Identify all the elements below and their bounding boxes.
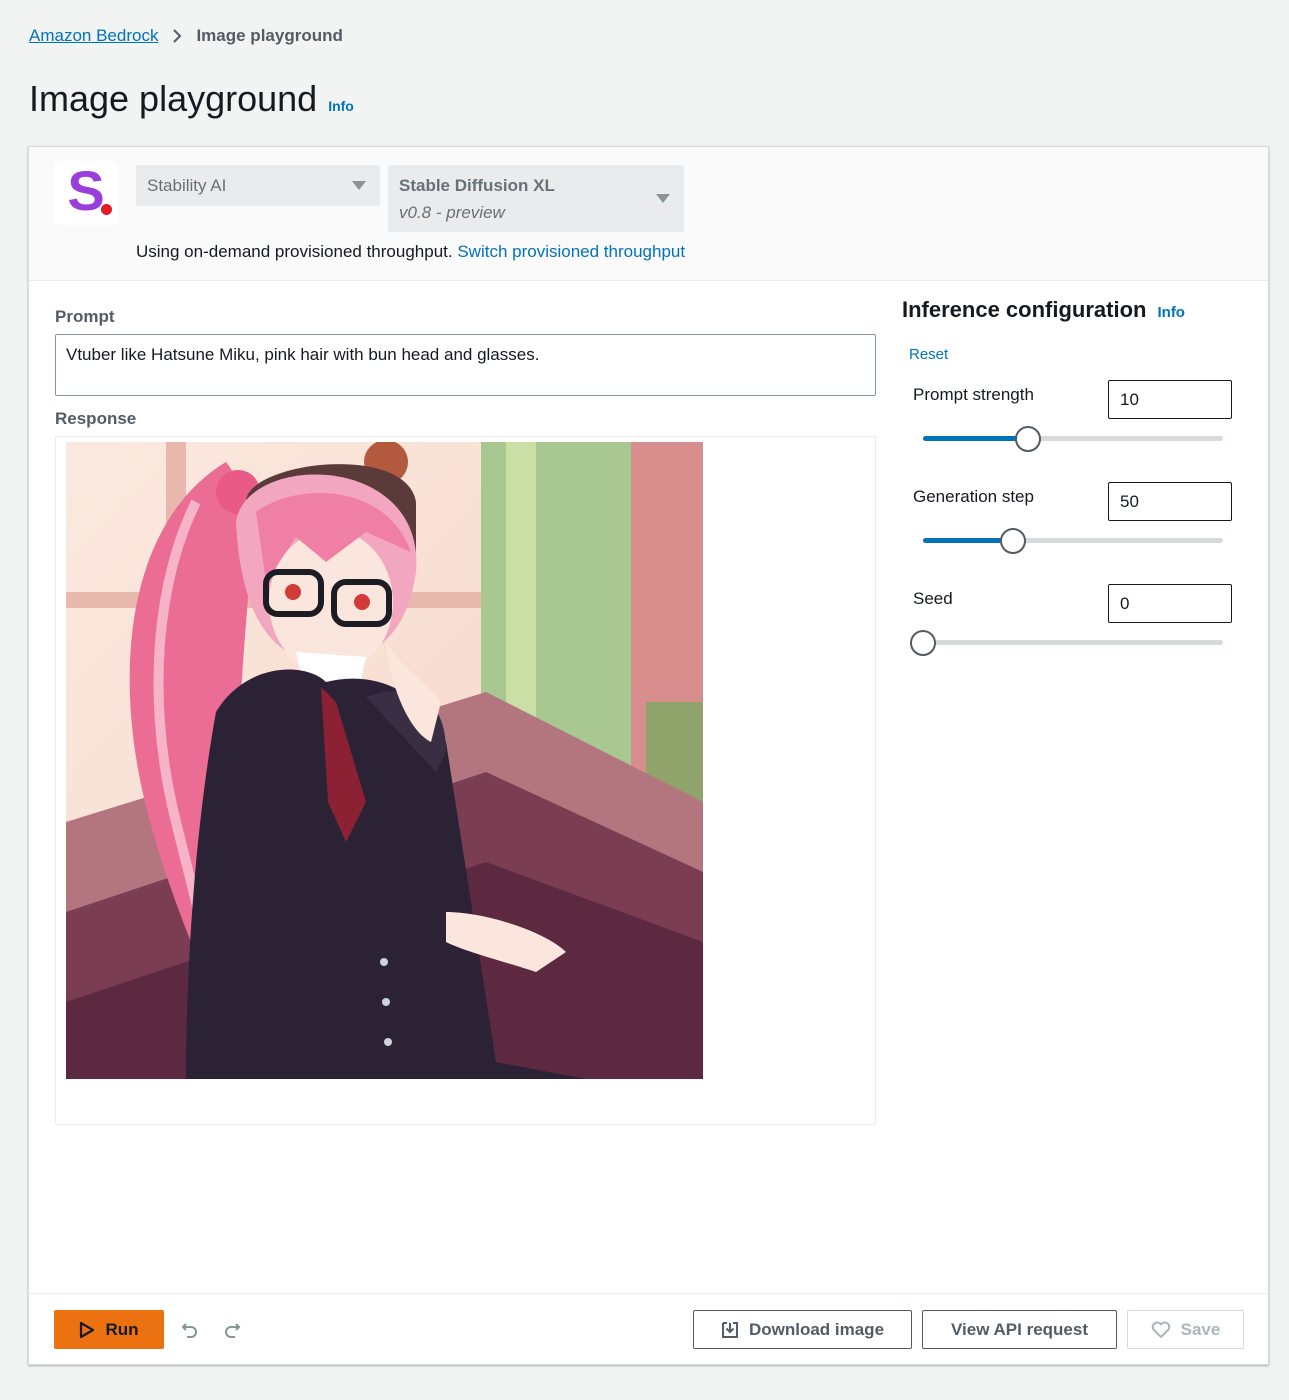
response-label: Response [55, 409, 137, 428]
inference-config-title: Inference configuration [902, 297, 1147, 322]
inference-config-header: Inference configuration Info [902, 297, 1185, 323]
page-info-link[interactable]: Info [328, 98, 354, 114]
redo-icon[interactable] [222, 1319, 242, 1339]
throughput-info: Using on-demand provisioned throughput. … [136, 242, 685, 262]
response-area [55, 436, 876, 1125]
inference-config-info-link[interactable]: Info [1157, 304, 1185, 321]
reset-link[interactable]: Reset [909, 346, 948, 363]
playground-panel: S Stability AI Stable Diffusion XL v0.8 … [28, 146, 1269, 1365]
generated-image [66, 442, 703, 1079]
generation-step-input[interactable]: 50 [1108, 482, 1232, 521]
view-api-request-label: View API request [951, 1319, 1088, 1339]
save-button-label: Save [1180, 1319, 1221, 1339]
prompt-strength-input[interactable]: 10 [1108, 380, 1232, 419]
generation-step-label: Generation step [913, 487, 1034, 506]
caret-down-icon [352, 181, 366, 190]
switch-throughput-link[interactable]: Switch provisioned throughput [457, 242, 685, 261]
model-selector-header: S Stability AI Stable Diffusion XL v0.8 … [29, 147, 1268, 281]
view-api-request-button[interactable]: View API request [922, 1310, 1117, 1349]
throughput-text: Using on-demand provisioned throughput. [136, 242, 453, 261]
download-image-label: Download image [748, 1319, 885, 1339]
prompt-label: Prompt [55, 307, 115, 326]
generation-step-slider[interactable] [923, 528, 1223, 554]
download-icon [721, 1321, 738, 1338]
page-title: Image playground [29, 78, 318, 119]
prompt-textarea[interactable]: Vtuber like Hatsune Miku, pink hair with… [55, 334, 876, 396]
breadcrumb-current: Image playground [196, 26, 343, 45]
action-footer: Run Download image View API request Save [29, 1293, 1268, 1365]
model-select-name: Stable Diffusion XL [399, 176, 555, 195]
seed-slider[interactable] [910, 630, 1223, 656]
undo-icon[interactable] [180, 1319, 200, 1339]
provider-select[interactable]: Stability AI [136, 165, 380, 206]
prompt-strength-slider-thumb[interactable] [1015, 426, 1041, 452]
model-select[interactable]: Stable Diffusion XL v0.8 - preview [388, 165, 684, 232]
download-image-button[interactable]: Download image [693, 1310, 912, 1349]
run-button[interactable]: Run [54, 1310, 164, 1349]
prompt-strength-label: Prompt strength [913, 385, 1034, 404]
stability-ai-logo: S [54, 161, 118, 225]
page-header: Image playground Info [29, 78, 354, 120]
model-select-version: v0.8 - preview [399, 203, 505, 222]
heart-icon [1151, 1321, 1170, 1338]
run-button-label: Run [105, 1319, 139, 1339]
seed-input[interactable]: 0 [1108, 584, 1232, 623]
breadcrumb-amazon-bedrock[interactable]: Amazon Bedrock [29, 26, 158, 46]
caret-down-icon [656, 194, 670, 203]
save-button[interactable]: Save [1127, 1310, 1244, 1349]
generation-step-slider-thumb[interactable] [1000, 528, 1026, 554]
chevron-right-icon [172, 28, 182, 44]
breadcrumb: Amazon Bedrock Image playground [29, 26, 343, 46]
seed-label: Seed [913, 589, 953, 608]
play-icon [80, 1321, 95, 1338]
seed-slider-thumb[interactable] [910, 630, 936, 656]
provider-select-value: Stability AI [147, 176, 227, 195]
prompt-strength-slider[interactable] [923, 426, 1223, 452]
